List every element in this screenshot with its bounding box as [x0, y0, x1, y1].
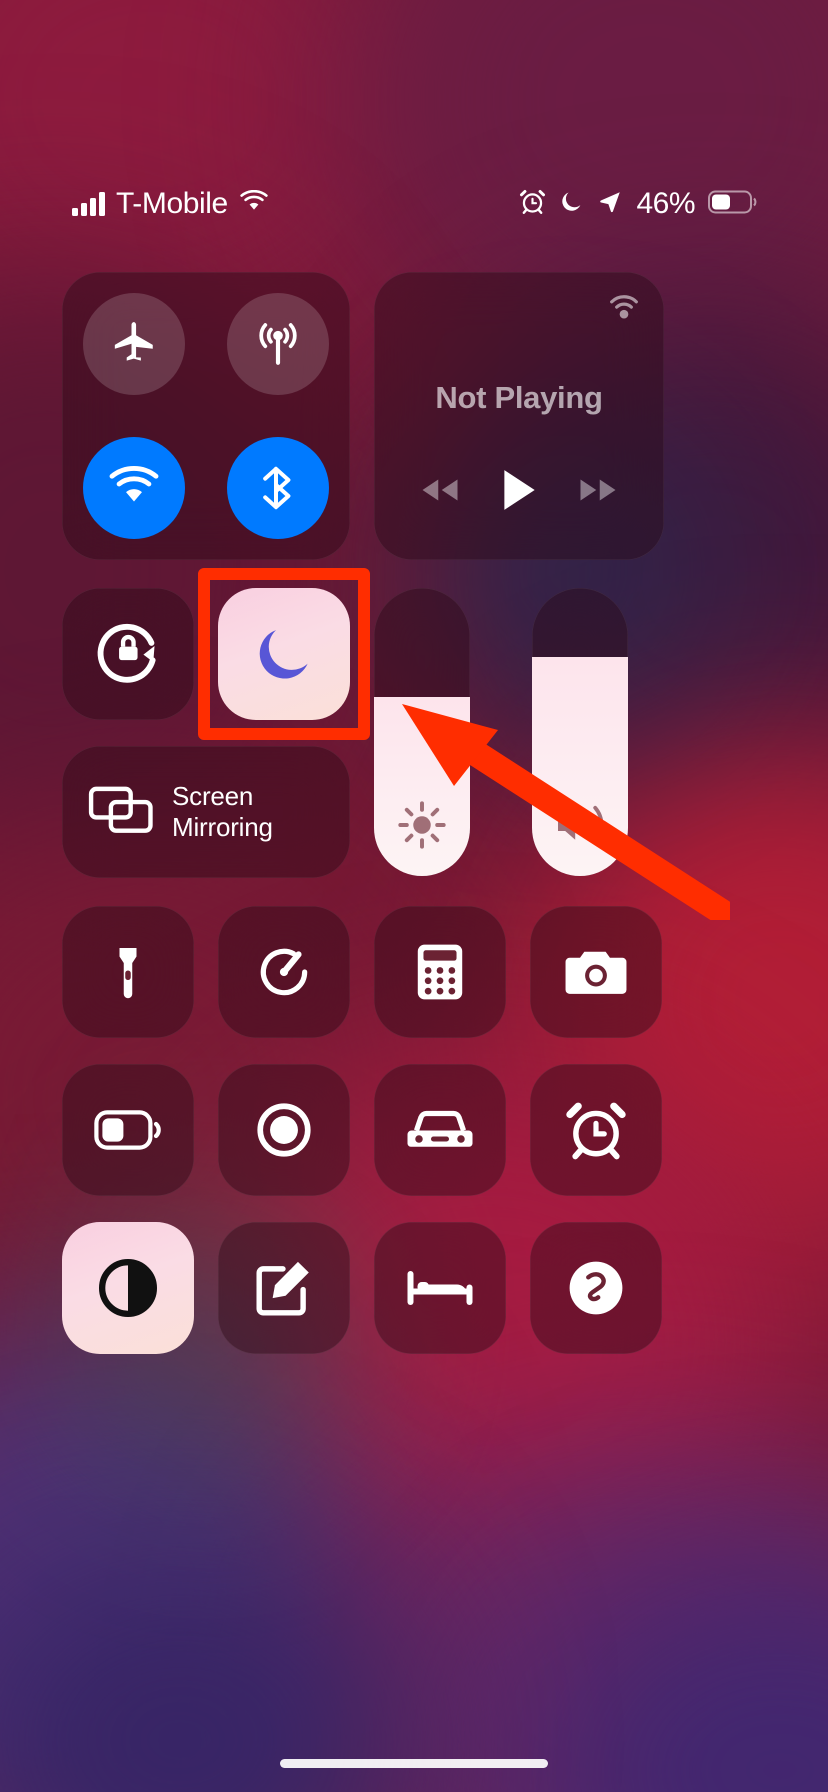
notes-pencil-icon: [256, 1261, 309, 1316]
cellular-data-button[interactable]: [227, 293, 329, 395]
flashlight-button[interactable]: [62, 906, 194, 1038]
screen-mirroring-icon: [88, 782, 154, 843]
volume-slider[interactable]: [532, 588, 628, 876]
control-grid: [62, 906, 664, 1354]
screen-recording-button[interactable]: [218, 1064, 350, 1196]
dark-mode-button[interactable]: [62, 1222, 194, 1354]
speaker-waves-icon: [532, 800, 628, 850]
shazam-button[interactable]: [530, 1222, 662, 1354]
wifi-icon: [239, 189, 269, 219]
now-playing-module[interactable]: Not Playing: [374, 272, 664, 560]
camera-button[interactable]: [530, 906, 662, 1038]
crescent-moon-icon: [559, 189, 584, 219]
forward-button[interactable]: [577, 475, 619, 510]
camera-icon: [565, 951, 627, 994]
wifi-button[interactable]: [83, 437, 185, 539]
location-arrow-icon: [597, 189, 623, 220]
battery-percent-label: 46%: [636, 187, 695, 220]
brightness-sun-icon: [374, 800, 470, 850]
rotation-lock-icon: [97, 623, 156, 683]
status-bar: T-Mobile 46%: [0, 178, 828, 230]
connectivity-module: [62, 272, 350, 560]
battery-low-icon: [94, 1110, 161, 1150]
bed-icon: [407, 1271, 473, 1305]
rewind-icon: [422, 479, 458, 501]
screen-record-icon: [257, 1103, 311, 1157]
screen-mirroring-label: Screen Mirroring: [172, 781, 273, 842]
calculator-button[interactable]: [374, 906, 506, 1038]
airplane-mode-button[interactable]: [83, 293, 185, 395]
fast-forward-icon: [580, 479, 616, 501]
rotation-lock-button[interactable]: [62, 588, 194, 720]
screen-mirroring-button[interactable]: Screen Mirroring: [62, 746, 350, 878]
alarm-button[interactable]: [530, 1064, 662, 1196]
play-button[interactable]: [499, 467, 539, 518]
control-center-screen: T-Mobile 46% Not Playing Screen Mirrorin…: [0, 0, 828, 1792]
home-indicator: [280, 1759, 548, 1768]
bluetooth-button[interactable]: [227, 437, 329, 539]
timer-icon: [260, 948, 308, 996]
wifi-icon: [109, 466, 159, 502]
alarm-clock-icon: [566, 1102, 626, 1160]
flashlight-icon: [119, 948, 137, 999]
bluetooth-icon: [263, 466, 291, 510]
battery-icon: [708, 189, 758, 220]
notes-button[interactable]: [218, 1222, 350, 1354]
crescent-moon-icon: [259, 630, 308, 679]
dark-mode-contrast-icon: [98, 1258, 158, 1318]
low-power-mode-button[interactable]: [62, 1064, 194, 1196]
calculator-icon: [417, 944, 463, 1000]
carplay-button[interactable]: [374, 1064, 506, 1196]
rewind-button[interactable]: [419, 475, 461, 510]
car-icon: [407, 1110, 473, 1147]
wallpaper-dim-overlay: [0, 0, 828, 1792]
airplane-icon: [114, 322, 153, 361]
sleep-mode-button[interactable]: [374, 1222, 506, 1354]
cellular-bars-icon: [72, 192, 105, 216]
status-bar-right: 46%: [519, 178, 758, 230]
shazam-icon: [569, 1261, 623, 1315]
status-bar-left: T-Mobile: [72, 178, 269, 230]
play-icon: [504, 470, 535, 510]
brightness-slider[interactable]: [374, 588, 470, 876]
timer-button[interactable]: [218, 906, 350, 1038]
cellular-antenna-icon: [259, 323, 297, 365]
do-not-disturb-button[interactable]: [218, 588, 350, 720]
now-playing-controls: [374, 467, 664, 518]
alarm-clock-icon: [519, 188, 546, 220]
carrier-label: T-Mobile: [116, 187, 228, 220]
